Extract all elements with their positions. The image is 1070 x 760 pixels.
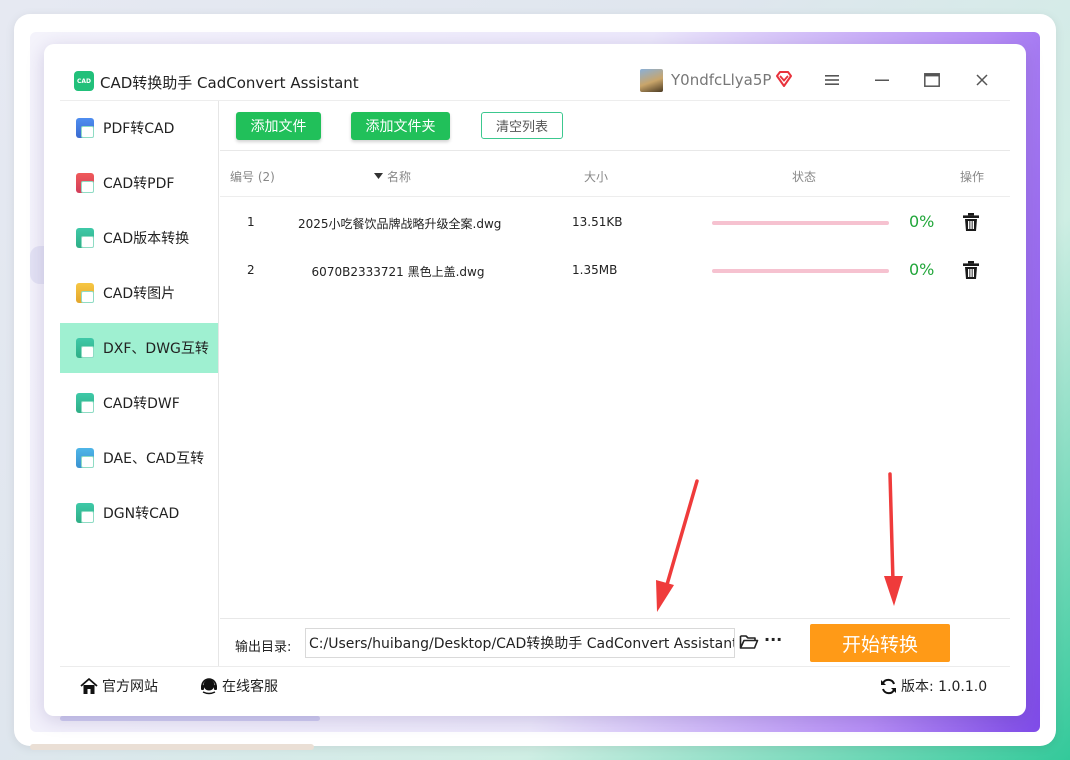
sidebar-item-cad-version[interactable]: CAD版本转换 [60,213,218,263]
folder-open-icon[interactable] [739,633,759,651]
sidebar-item-label: CAD转PDF [103,176,175,192]
divider [60,666,1010,667]
column-header-name[interactable]: 名称 [374,168,411,185]
sidebar-item-label: PDF转CAD [103,121,175,137]
minimize-icon [875,79,889,81]
divider [220,618,1010,619]
table-row: 1 2025小吃餐饮品牌战略升级全案.dwg 13.51KB 0% [220,208,1010,238]
sidebar-item-label: DGN转CAD [103,506,180,522]
sidebar-item-cad-to-dwf[interactable]: CAD转DWF [60,378,218,428]
official-website-link[interactable]: 官方网站 [80,676,158,696]
sidebar-item-dgn-to-cad[interactable]: DGN转CAD [60,488,218,538]
sidebar: PDF转CAD CAD转PDF CAD版本转换 CAD转图片 DXF、DWG互转… [60,101,219,667]
backdrop-shape [30,744,314,750]
pdf-to-cad-icon [76,118,94,138]
row-file-size: 1.35MB [572,263,618,277]
title-bar: CAD CAD转换助手 CadConvert Assistant Y0ndfcL… [44,44,1026,100]
column-header-size: 大小 [584,170,609,184]
maximize-button[interactable] [922,70,942,90]
row-file-name: 6070B2333721 黑色上盖.dwg [311,265,485,279]
app-window: CAD CAD转换助手 CadConvert Assistant Y0ndfcL… [44,44,1026,716]
sidebar-item-cad-to-pdf[interactable]: CAD转PDF [60,158,218,208]
backdrop-shape [60,716,320,721]
home-icon [80,677,98,694]
sort-down-icon [374,173,383,179]
app-logo-text: CAD [76,77,92,85]
sidebar-item-dxf-dwg[interactable]: DXF、DWG互转 [60,323,218,373]
sidebar-item-cad-to-image[interactable]: CAD转图片 [60,268,218,318]
avatar[interactable] [640,69,663,92]
app-title: CAD转换助手 CadConvert Assistant [100,74,359,92]
column-header-name-label: 名称 [387,170,412,184]
sidebar-item-dae-cad[interactable]: DAE、CAD互转 [60,433,218,483]
online-service-link[interactable]: 在线客服 [200,676,278,696]
version-info[interactable]: 版本: 1.0.1.0 [880,676,987,696]
column-header-operation: 操作 [960,170,985,184]
output-path-field[interactable]: C:/Users/huibang/Desktop/CAD转换助手 CadConv… [305,628,735,658]
add-folder-button[interactable]: 添加文件夹 [351,112,450,140]
trash-icon[interactable] [962,212,980,232]
dxf-dwg-icon [76,338,94,358]
more-options-button[interactable]: ··· [764,632,784,651]
online-service-label: 在线客服 [222,679,278,695]
refresh-icon [881,678,896,694]
divider [220,196,1010,197]
start-convert-button[interactable]: 开始转换 [810,624,950,662]
close-button[interactable] [972,70,992,90]
username[interactable]: Y0ndfcLlya5P [671,71,771,89]
cad-to-pdf-icon [76,173,94,193]
vip-diamond-icon[interactable] [775,70,793,88]
cad-version-icon [76,228,94,248]
close-icon [976,74,988,86]
progress-percent: 0% [909,260,935,279]
hamburger-icon [825,75,839,85]
dgn-to-cad-icon [76,503,94,523]
sidebar-item-pdf-to-cad[interactable]: PDF转CAD [60,103,218,153]
official-website-label: 官方网站 [102,679,158,695]
sidebar-item-label: CAD版本转换 [103,231,190,247]
headset-icon [201,677,217,694]
table-row: 2 6070B2333721 黑色上盖.dwg 1.35MB 0% [220,256,1010,286]
sidebar-item-label: CAD转图片 [103,286,176,302]
maximize-icon [924,73,940,87]
column-header-index: 编号 (2) [230,170,275,184]
column-header-status: 状态 [792,170,817,184]
sidebar-item-label: DXF、DWG互转 [103,341,209,357]
row-file-size: 13.51KB [572,215,623,229]
cad-to-image-icon [76,283,94,303]
version-label: 版本: 1.0.1.0 [901,679,988,695]
sidebar-item-label: CAD转DWF [103,396,180,412]
sidebar-item-label: DAE、CAD互转 [103,451,205,467]
app-logo-icon: CAD [74,71,94,91]
progress-bar [712,221,889,225]
cad-to-dwf-icon [76,393,94,413]
progress-percent: 0% [909,212,935,231]
progress-bar [712,269,889,273]
dae-cad-icon [76,448,94,468]
menu-button[interactable] [822,70,842,90]
row-index: 2 [247,263,255,277]
trash-icon[interactable] [962,260,980,280]
output-dir-label: 输出目录: [235,640,292,655]
row-file-name: 2025小吃餐饮品牌战略升级全案.dwg [298,217,502,231]
add-file-button[interactable]: 添加文件 [236,112,321,140]
minimize-button[interactable] [872,70,892,90]
clear-list-button[interactable]: 清空列表 [481,112,563,139]
row-index: 1 [247,215,255,229]
divider [220,150,1010,151]
